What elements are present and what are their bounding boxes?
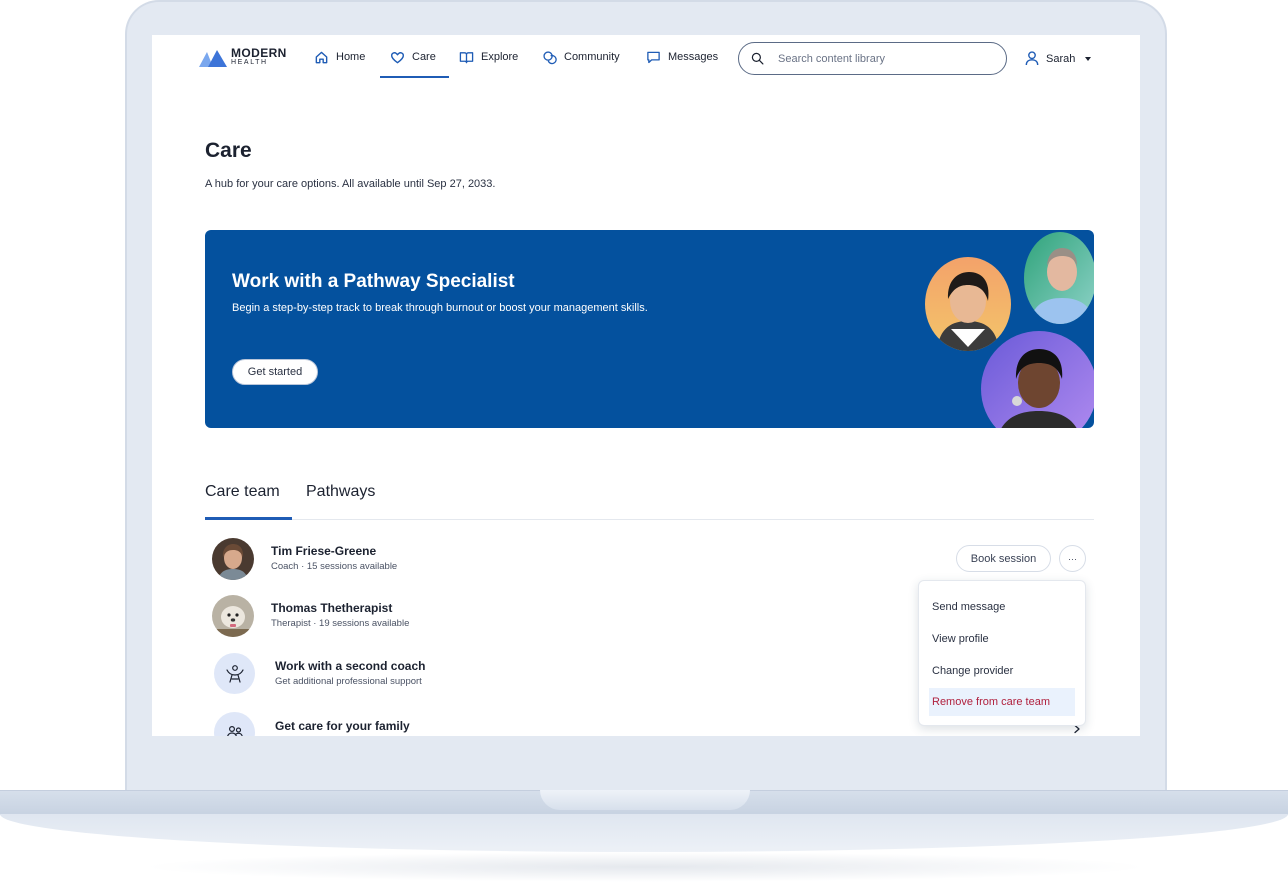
nav-care[interactable]: Care xyxy=(380,51,449,81)
home-icon xyxy=(315,51,328,64)
pathway-specialist-banner: Work with a Pathway Specialist Begin a s… xyxy=(205,230,1094,428)
user-name: Sarah xyxy=(1046,52,1076,65)
banner-text: Begin a step-by-step track to break thro… xyxy=(232,302,648,314)
nav-explore-label: Explore xyxy=(481,51,519,63)
community-icon xyxy=(543,51,557,65)
provider-photo-thomas xyxy=(212,595,254,637)
laptop-foot xyxy=(0,814,1288,852)
option-meta: Get additional professional support xyxy=(275,676,422,687)
user-icon xyxy=(1025,51,1039,66)
provider-meta: Coach · 15 sessions available xyxy=(271,561,398,572)
search-box[interactable] xyxy=(738,42,1007,75)
top-navigation: MODERN HEALTH Home Care Explore Communit… xyxy=(152,35,1140,85)
tab-pathways[interactable]: Pathways xyxy=(306,483,375,501)
family-care-icon-badge[interactable] xyxy=(214,712,255,736)
specialist-portrait-1 xyxy=(925,257,1011,351)
nav-community[interactable]: Community xyxy=(542,51,620,81)
laptop-notch xyxy=(540,790,750,810)
active-tab-indicator xyxy=(205,517,292,520)
nav-home-label: Home xyxy=(336,51,366,63)
specialist-portrait-3 xyxy=(981,331,1094,428)
option-title[interactable]: Work with a second coach xyxy=(275,659,425,673)
menu-item-remove-from-care-team[interactable]: Remove from care team xyxy=(929,688,1075,716)
modern-health-logo[interactable]: MODERN HEALTH xyxy=(199,46,287,67)
menu-item-view-profile[interactable]: View profile xyxy=(929,626,1075,652)
user-menu[interactable]: Sarah xyxy=(1025,51,1092,66)
book-icon xyxy=(459,52,474,64)
nav-care-label: Care xyxy=(412,51,436,63)
second-coach-icon-badge[interactable] xyxy=(214,653,255,694)
provider-avatar-thomas[interactable] xyxy=(212,595,254,637)
page-subtitle: A hub for your care options. All availab… xyxy=(205,178,496,190)
tab-care-team[interactable]: Care team xyxy=(205,483,280,501)
specialist-portrait-2 xyxy=(1024,232,1094,324)
more-options-button[interactable]: ··· xyxy=(1059,545,1086,572)
message-icon xyxy=(647,51,660,64)
family-icon xyxy=(226,725,243,736)
logo-line-1: MODERN xyxy=(231,46,287,60)
laptop-shadow xyxy=(140,852,1150,882)
option-title[interactable]: Get care for your family xyxy=(275,719,410,733)
specialist-avatar-1 xyxy=(925,257,1011,351)
coach-icon xyxy=(225,664,244,683)
menu-item-send-message[interactable]: Send message xyxy=(929,594,1075,620)
page-title: Care xyxy=(205,139,252,162)
provider-options-menu: Send message View profile Change provide… xyxy=(918,580,1086,726)
provider-avatar-tim[interactable] xyxy=(212,538,254,580)
menu-item-change-provider[interactable]: Change provider xyxy=(929,658,1075,684)
app-screen: MODERN HEALTH Home Care Explore Communit… xyxy=(152,35,1140,736)
nav-messages[interactable]: Messages xyxy=(646,51,718,81)
search-icon xyxy=(751,52,764,65)
logo-wordmark: MODERN HEALTH xyxy=(231,46,287,67)
logo-mark-icon xyxy=(199,50,227,67)
specialist-avatar-3 xyxy=(981,331,1094,428)
provider-photo-tim xyxy=(212,538,254,580)
book-session-button[interactable]: Book session xyxy=(956,545,1051,572)
chevron-down-icon xyxy=(1085,56,1092,61)
banner-title: Work with a Pathway Specialist xyxy=(232,271,515,292)
nav-explore[interactable]: Explore xyxy=(459,51,518,81)
heart-icon xyxy=(390,52,405,64)
nav-messages-label: Messages xyxy=(668,51,719,63)
provider-name[interactable]: Thomas Thetherapist xyxy=(271,601,392,615)
nav-community-label: Community xyxy=(564,51,620,63)
get-started-button[interactable]: Get started xyxy=(232,359,318,385)
provider-name[interactable]: Tim Friese-Greene xyxy=(271,544,376,558)
specialist-avatar-2 xyxy=(1024,232,1094,324)
search-input[interactable] xyxy=(776,51,990,66)
tabs-divider xyxy=(205,519,1094,520)
provider-meta: Therapist · 19 sessions available xyxy=(271,618,410,629)
nav-home[interactable]: Home xyxy=(314,51,365,81)
